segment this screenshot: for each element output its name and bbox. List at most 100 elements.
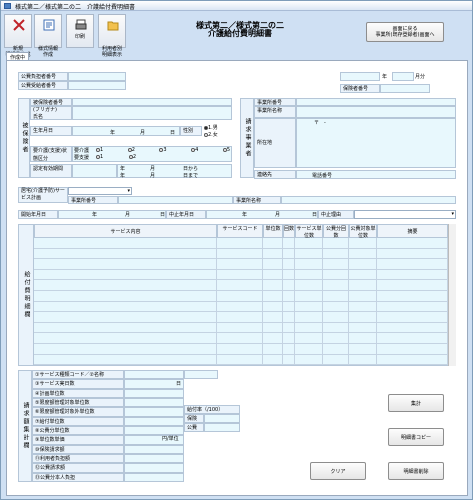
detail-cell[interactable] [377,269,448,281]
detail-cell[interactable] [295,333,323,344]
detail-cell[interactable] [34,291,217,302]
detail-cell[interactable] [34,333,217,344]
detail-cell[interactable] [283,269,295,281]
insured-name-field[interactable] [72,106,232,120]
detail-cell[interactable] [295,269,323,281]
print-button[interactable]: 印刷 [66,14,94,48]
care-4-radio[interactable]: 4 [191,147,198,153]
detail-cell[interactable] [377,333,448,344]
detail-cell[interactable] [263,322,283,334]
detail-cell[interactable] [283,280,295,291]
birth-field[interactable] [72,126,180,136]
detail-cell[interactable] [323,248,349,260]
claim-row-field[interactable] [124,407,184,417]
detail-cell[interactable] [217,291,263,302]
detail-cell[interactable] [283,259,295,270]
detail-cell[interactable] [34,238,217,249]
detail-cell[interactable] [283,248,295,260]
detail-cell[interactable] [263,238,283,249]
detail-cell[interactable] [323,354,349,366]
detail-cell[interactable] [34,280,217,291]
detail-cell[interactable] [283,312,295,323]
detail-cell[interactable] [217,248,263,260]
detail-cell[interactable] [377,344,448,355]
claim-row-field[interactable] [124,463,184,473]
claim-row-field[interactable] [124,398,184,408]
rate-insurance-field[interactable] [204,414,240,423]
detail-cell[interactable] [349,291,377,302]
detail-cell[interactable] [34,301,217,313]
detail-cell[interactable] [349,269,377,281]
detail-cell[interactable] [349,312,377,323]
claim-row-field[interactable] [124,370,184,380]
detail-cell[interactable] [263,280,283,291]
sex-female-radio[interactable]: 2.女 [204,131,218,138]
detail-cell[interactable] [217,312,263,323]
detail-cell[interactable] [349,238,377,249]
detail-cell[interactable] [283,238,295,249]
detail-cell[interactable] [263,344,283,355]
detail-cell[interactable] [34,248,217,260]
detail-cell[interactable] [377,238,448,249]
service-type-field[interactable] [184,370,218,379]
detail-cell[interactable] [377,280,448,291]
detail-rows[interactable] [34,238,448,366]
detail-cell[interactable] [377,291,448,302]
detail-cell[interactable] [263,301,283,313]
public-payer-field[interactable] [68,72,126,81]
care-5-radio[interactable]: 5 [222,147,230,153]
detail-cell[interactable] [283,354,295,366]
detail-cell[interactable] [323,312,349,323]
detail-cell[interactable] [283,291,295,302]
support-1-radio[interactable]: 1 [96,154,103,160]
detail-cell[interactable] [295,312,323,323]
provider-no-field[interactable] [296,98,456,106]
detail-cell[interactable] [217,301,263,313]
detail-cell[interactable] [323,301,349,313]
claim-row-field[interactable] [124,379,184,389]
detail-cell[interactable] [349,333,377,344]
care-2-radio[interactable]: 2 [127,147,135,153]
detail-cell[interactable] [283,301,295,313]
detail-cell[interactable] [323,280,349,291]
sex-male-radio[interactable]: 1.男 [204,124,218,131]
detail-cell[interactable] [377,259,448,270]
detail-cell[interactable] [34,322,217,334]
detail-cell[interactable] [295,280,323,291]
detail-cell[interactable] [377,312,448,323]
claim-row-field[interactable] [124,444,184,454]
clear-button[interactable]: クリア [310,462,366,480]
claim-row-field[interactable] [124,416,184,426]
detail-cell[interactable] [295,291,323,302]
detail-cell[interactable] [34,269,217,281]
detail-cell[interactable] [323,259,349,270]
detail-cell[interactable] [349,344,377,355]
detail-cell[interactable] [217,280,263,291]
detail-cell[interactable] [283,344,295,355]
detail-cell[interactable] [377,322,448,334]
detail-cell[interactable] [295,238,323,249]
detail-cell[interactable] [295,322,323,334]
detail-cell[interactable] [34,354,217,366]
detail-cell[interactable] [295,301,323,313]
detail-cell[interactable] [217,344,263,355]
detail-cell[interactable] [34,259,217,270]
detail-cell[interactable] [323,333,349,344]
detail-cell[interactable] [349,322,377,334]
detail-cell[interactable] [349,354,377,366]
claim-row-field[interactable] [124,388,184,398]
detail-cell[interactable] [263,354,283,366]
start-date-field[interactable] [58,210,166,219]
insurer-number-field[interactable] [380,84,430,93]
detail-cell[interactable] [217,354,263,366]
detail-cell[interactable] [217,259,263,270]
stop-date-field[interactable] [206,210,318,219]
copy-statement-button[interactable]: 明細書コピー [388,428,444,446]
billing-year-field[interactable] [340,72,380,81]
care-1-radio[interactable]: 1 [96,147,103,153]
detail-cell[interactable] [295,354,323,366]
detail-cell[interactable] [349,280,377,291]
detail-cell[interactable] [283,333,295,344]
detail-cell[interactable] [323,344,349,355]
detail-cell[interactable] [323,322,349,334]
